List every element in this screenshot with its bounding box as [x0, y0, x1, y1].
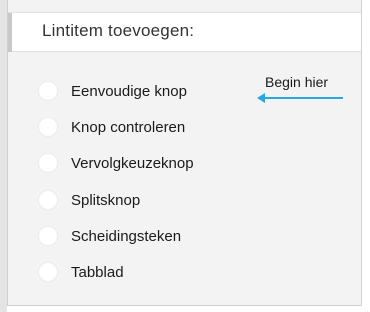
option-label: Scheidingsteken — [71, 227, 182, 245]
radio-button[interactable] — [38, 153, 58, 173]
option-label: Tabblad — [71, 263, 124, 281]
left-arrow-icon — [257, 93, 343, 103]
option-split-button[interactable]: Splitsknop — [38, 188, 140, 212]
header-accent-bar — [8, 13, 12, 52]
option-label: Splitsknop — [71, 191, 141, 209]
radio-button[interactable] — [38, 262, 58, 282]
option-label: Knop controleren — [71, 118, 186, 136]
option-simple-button[interactable]: Eenvoudige knop — [38, 79, 187, 103]
add-ribbon-item-panel: Lintitem toevoegen: Eenvoudige knop Knop… — [7, 0, 362, 306]
option-dropdown-button[interactable]: Vervolgkeuzeknop — [38, 151, 194, 175]
radio-button[interactable] — [38, 226, 58, 246]
start-here-hint: Begin hier — [257, 70, 347, 104]
radio-button[interactable] — [38, 81, 58, 101]
panel-header: Lintitem toevoegen: — [8, 12, 361, 52]
add-ribbon-item-window: Lintitem toevoegen: Eenvoudige knop Knop… — [0, 0, 370, 312]
left-rail — [0, 0, 7, 312]
option-tab[interactable]: Tabblad — [38, 260, 124, 284]
option-check-button[interactable]: Knop controleren — [38, 115, 185, 139]
hint-text: Begin hier — [265, 74, 329, 90]
option-label: Vervolgkeuzeknop — [71, 154, 194, 172]
option-label: Eenvoudige knop — [71, 82, 187, 100]
panel-title: Lintitem toevoegen: — [42, 21, 195, 40]
option-separator[interactable]: Scheidingsteken — [38, 224, 181, 248]
radio-button[interactable] — [38, 117, 58, 137]
radio-button[interactable] — [38, 190, 58, 210]
